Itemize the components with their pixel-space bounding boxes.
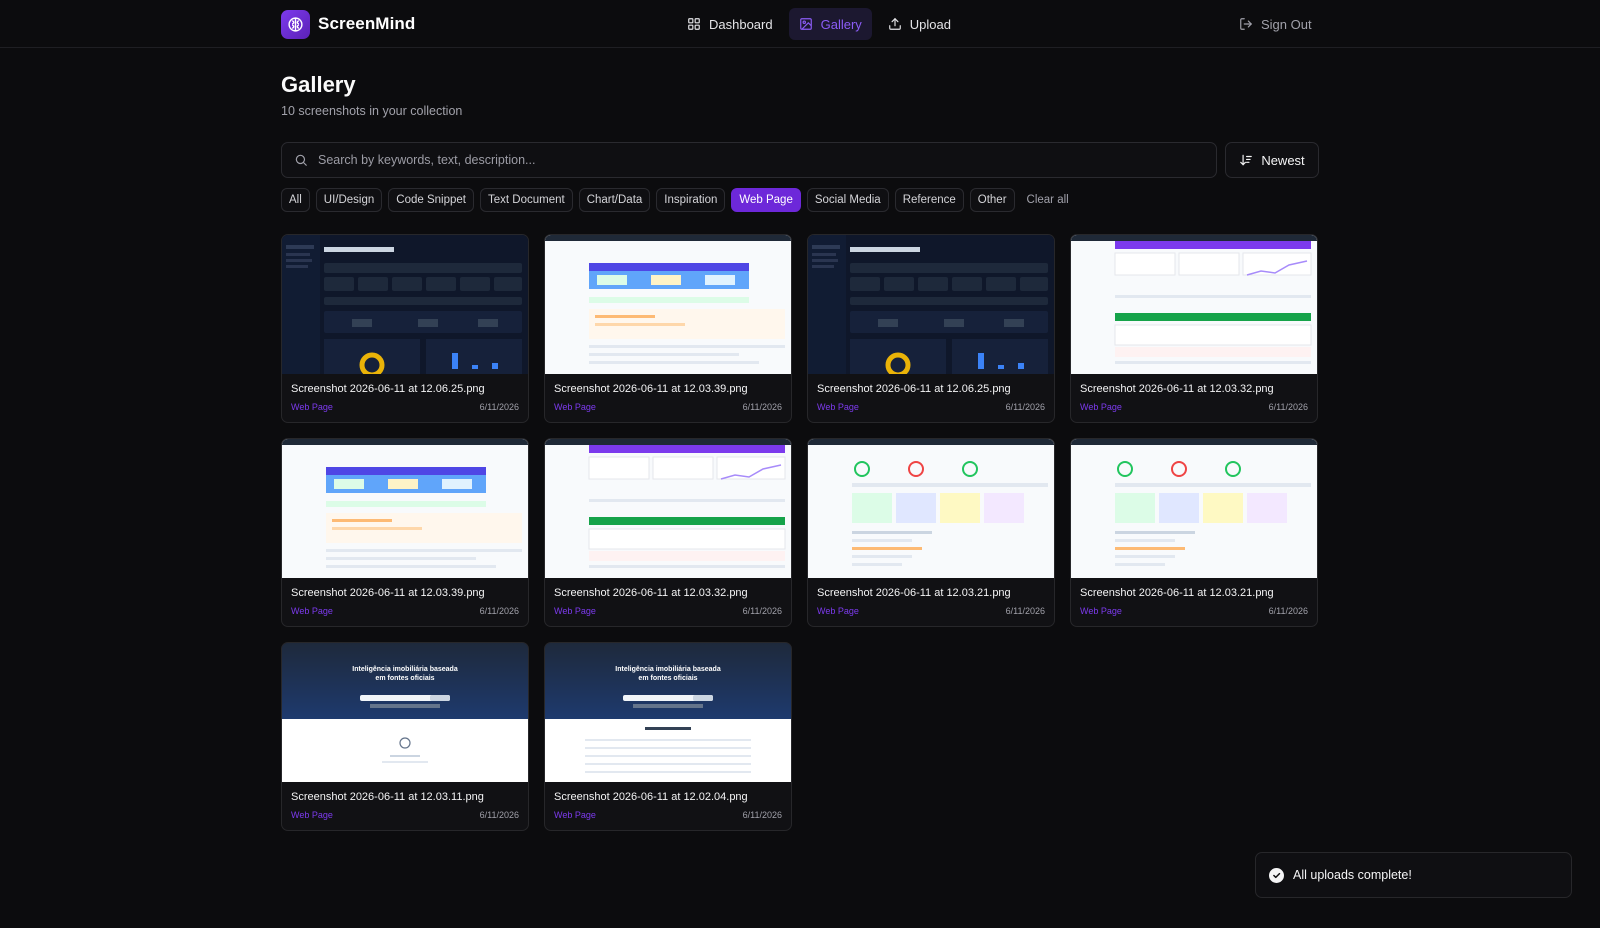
toast-message: All uploads complete!: [1293, 868, 1412, 882]
page-title: Gallery: [281, 72, 356, 97]
brain-logo-icon: [281, 9, 310, 39]
card-date: 6/11/2026: [742, 402, 782, 412]
hero-heading-line2: em fontes oficiais: [375, 675, 434, 682]
screenshot-thumbnail: [282, 439, 528, 578]
hero-heading-line2: em fontes oficiais: [638, 675, 697, 682]
card-category-tag: Web Page: [554, 810, 596, 820]
screenshot-thumbnail: [282, 235, 528, 374]
screenshot-thumbnail: [545, 235, 791, 374]
filter-social-media[interactable]: Social Media: [806, 188, 889, 212]
card-filename: Screenshot 2026-06-11 at 12.03.39.png: [291, 587, 485, 599]
hero-heading-line1: Inteligência imobiliária baseada: [352, 666, 458, 673]
card-filename: Screenshot 2026-06-11 at 12.03.32.png: [554, 587, 748, 599]
card-date: 6/11/2026: [479, 402, 519, 412]
card-category-tag: Web Page: [554, 606, 596, 616]
log-out-icon: [1240, 18, 1253, 30]
card-category-tag: Web Page: [1080, 606, 1122, 616]
upload-complete-toast: All uploads complete!: [1255, 852, 1572, 898]
sort-label: Newest: [1261, 152, 1305, 168]
filter-other[interactable]: Other: [969, 188, 1015, 212]
sort-icon: [1240, 154, 1253, 166]
page-subtitle: 10 screenshots in your collection: [281, 104, 463, 118]
screenshot-card[interactable]: Screenshot 2026-06-11 at 12.03.32.png We…: [1070, 234, 1318, 423]
card-filename: Screenshot 2026-06-11 at 12.03.11.png: [291, 791, 484, 803]
card-category-tag: Web Page: [291, 402, 333, 412]
screenshot-card[interactable]: Screenshot 2026-06-11 at 12.03.21.png We…: [1070, 438, 1318, 627]
screenshot-thumbnail: Inteligência imobiliária baseada em font…: [282, 643, 528, 782]
app-name: ScreenMind: [318, 14, 416, 33]
nav-upload[interactable]: Upload: [878, 8, 961, 40]
screenshot-thumbnail: [808, 235, 1054, 374]
screenshot-card[interactable]: Inteligência imobiliária baseada em font…: [544, 642, 792, 831]
card-category-tag: Web Page: [291, 606, 333, 616]
nav-gallery[interactable]: Gallery: [788, 8, 872, 40]
card-filename: Screenshot 2026-06-11 at 12.06.25.png: [817, 383, 1011, 395]
sign-out-button[interactable]: Sign Out: [1229, 8, 1322, 40]
sort-button[interactable]: Newest: [1225, 142, 1319, 178]
screenshot-card[interactable]: Screenshot 2026-06-11 at 12.03.21.png We…: [807, 438, 1055, 627]
search-input[interactable]: [318, 153, 1198, 167]
screenshot-card[interactable]: Screenshot 2026-06-11 at 12.03.39.png We…: [544, 234, 792, 423]
card-filename: Screenshot 2026-06-11 at 12.02.04.png: [554, 791, 748, 803]
nav-dashboard[interactable]: Dashboard: [677, 8, 783, 40]
card-date: 6/11/2026: [742, 810, 782, 820]
card-date: 6/11/2026: [479, 606, 519, 616]
card-filename: Screenshot 2026-06-11 at 12.03.21.png: [817, 587, 1011, 599]
upload-icon: [888, 17, 901, 30]
filter-chips: All UI/Design Code Snippet Text Document…: [281, 188, 1075, 212]
screenshot-card[interactable]: Screenshot 2026-06-11 at 12.06.25.png We…: [281, 234, 529, 423]
clear-filters-button[interactable]: Clear all: [1021, 194, 1075, 206]
card-date: 6/11/2026: [1005, 402, 1045, 412]
screenshot-thumbnail: [1071, 235, 1317, 374]
top-navbar: ScreenMind Dashboard Gallery Upload Sign…: [0, 0, 1600, 48]
main-nav: Dashboard Gallery Upload: [677, 8, 961, 40]
nav-upload-label: Upload: [909, 16, 951, 32]
screenshot-card[interactable]: Screenshot 2026-06-11 at 12.03.32.png We…: [544, 438, 792, 627]
card-date: 6/11/2026: [1268, 402, 1308, 412]
screenshot-card[interactable]: Screenshot 2026-06-11 at 12.03.39.png We…: [281, 438, 529, 627]
nav-gallery-label: Gallery: [820, 16, 862, 32]
filter-chart-data[interactable]: Chart/Data: [578, 188, 651, 212]
check-circle-icon: [1269, 867, 1284, 883]
card-filename: Screenshot 2026-06-11 at 12.06.25.png: [291, 383, 485, 395]
card-filename: Screenshot 2026-06-11 at 12.03.21.png: [1080, 587, 1274, 599]
filter-reference[interactable]: Reference: [894, 188, 964, 212]
filter-all[interactable]: All: [281, 188, 310, 212]
card-category-tag: Web Page: [554, 402, 596, 412]
hero-heading-line1: Inteligência imobiliária baseada: [615, 666, 721, 673]
screenshot-thumbnail: [545, 439, 791, 578]
filter-ui-design[interactable]: UI/Design: [315, 188, 383, 212]
card-category-tag: Web Page: [1080, 402, 1122, 412]
image-icon: [799, 18, 812, 30]
screenshot-card[interactable]: Screenshot 2026-06-11 at 12.06.25.png We…: [807, 234, 1055, 423]
card-category-tag: Web Page: [817, 402, 859, 412]
card-filename: Screenshot 2026-06-11 at 12.03.32.png: [1080, 383, 1274, 395]
card-category-tag: Web Page: [817, 606, 859, 616]
search-bar: [281, 142, 1217, 178]
filter-code-snippet[interactable]: Code Snippet: [388, 188, 474, 212]
sign-out-label: Sign Out: [1261, 16, 1312, 32]
card-date: 6/11/2026: [479, 810, 519, 820]
screenshot-thumbnail: [1071, 439, 1317, 578]
filter-inspiration[interactable]: Inspiration: [656, 188, 726, 212]
card-filename: Screenshot 2026-06-11 at 12.03.39.png: [554, 383, 748, 395]
brand[interactable]: ScreenMind: [281, 9, 415, 39]
search-icon: [295, 154, 307, 166]
card-date: 6/11/2026: [1268, 606, 1308, 616]
screenshot-card[interactable]: Inteligência imobiliária baseada em font…: [281, 642, 529, 831]
screenshot-thumbnail: [808, 439, 1054, 578]
nav-dashboard-label: Dashboard: [709, 16, 773, 32]
filter-web-page[interactable]: Web Page: [731, 188, 801, 212]
dashboard-icon: [688, 18, 700, 30]
filter-text-document[interactable]: Text Document: [479, 188, 573, 212]
screenshot-thumbnail: Inteligência imobiliária baseada em font…: [545, 643, 791, 782]
card-category-tag: Web Page: [291, 810, 333, 820]
card-date: 6/11/2026: [1005, 606, 1045, 616]
card-date: 6/11/2026: [742, 606, 782, 616]
